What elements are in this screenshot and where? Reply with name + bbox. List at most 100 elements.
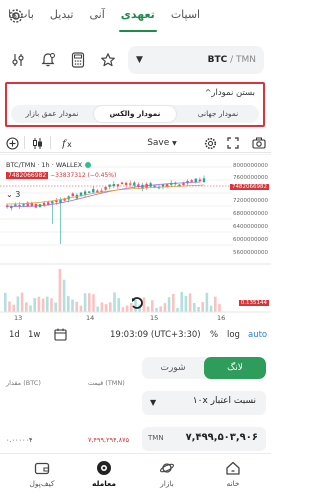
volume-bar bbox=[50, 298, 53, 312]
candle-body bbox=[96, 190, 99, 193]
volume-bar bbox=[41, 298, 45, 312]
calendar-icon[interactable] bbox=[54, 328, 67, 344]
volume-bar bbox=[37, 296, 41, 312]
tab-global-chart[interactable]: نمودار جهانی bbox=[177, 105, 259, 123]
volume-bar bbox=[218, 304, 221, 312]
tab-bots[interactable]: بات‌ها bbox=[0, 0, 42, 34]
candlestick-icon[interactable] bbox=[30, 135, 44, 151]
tab-wallex-chart[interactable]: نمودار والکس bbox=[94, 106, 176, 122]
home-icon bbox=[226, 461, 240, 475]
price-tick: 5600000000 bbox=[233, 250, 268, 256]
short-button[interactable]: شورت bbox=[142, 357, 204, 379]
candle-body bbox=[104, 186, 107, 190]
price-chart[interactable]: BTC/TMN · 1h · WALLEX 7482066982 −338373… bbox=[0, 154, 271, 324]
long-button[interactable]: لانگ bbox=[204, 357, 266, 379]
volume-bar bbox=[92, 294, 95, 312]
volume-bar bbox=[205, 292, 209, 312]
price-tick: 7200000000 bbox=[233, 198, 268, 204]
candle-body bbox=[83, 191, 87, 195]
volume-bar bbox=[58, 268, 62, 312]
tab-spot[interactable]: اسپات bbox=[163, 0, 208, 34]
volume-bar bbox=[67, 296, 70, 312]
live-status-dot bbox=[85, 162, 92, 168]
volume-bar bbox=[83, 293, 87, 312]
time-tick: 16 bbox=[217, 314, 226, 322]
tab-convert[interactable]: تبدیل bbox=[42, 0, 82, 34]
price-tick: 8000000000 bbox=[233, 163, 268, 169]
candle-body bbox=[129, 183, 132, 185]
chart-legend: BTC/TMN · 1h · WALLEX bbox=[6, 161, 92, 169]
volume-bar bbox=[188, 293, 192, 312]
volume-bar bbox=[33, 298, 36, 312]
close-chart-toggle[interactable]: بستن نمودار^ bbox=[203, 88, 255, 98]
price-unit: TMN bbox=[148, 434, 164, 442]
candle-body bbox=[92, 188, 95, 193]
camera-icon[interactable] bbox=[251, 135, 266, 151]
volume-bar bbox=[214, 296, 217, 312]
alert-bell-icon[interactable] bbox=[38, 50, 58, 70]
market-type-tabs: اسپات تعهدی آنی تبدیل بات‌ها bbox=[0, 0, 271, 34]
price-input[interactable]: TMN ۷,۴۹۹,۵۰۳,۹۰۶ bbox=[142, 427, 266, 451]
wallet-icon bbox=[34, 462, 50, 475]
time-axis: 13 14 15 16 bbox=[0, 312, 271, 324]
candle-body bbox=[124, 182, 128, 185]
candle-body bbox=[120, 182, 124, 185]
volume-bar bbox=[20, 292, 24, 312]
indicator-collapse-toggle[interactable]: ⌄ 3 bbox=[6, 190, 20, 199]
add-indicator-icon[interactable] bbox=[5, 135, 19, 151]
pair-selector[interactable]: ▼ BTC / TMN bbox=[128, 46, 264, 74]
volume-bar bbox=[113, 292, 116, 312]
tab-instant[interactable]: آنی bbox=[81, 0, 112, 34]
price-tick: 6800000000 bbox=[233, 211, 268, 217]
candle-body bbox=[202, 178, 206, 182]
star-icon[interactable] bbox=[98, 50, 118, 70]
nav-market[interactable]: بازار bbox=[140, 460, 194, 488]
volume-bar bbox=[8, 301, 11, 312]
order-book-row[interactable]: ۰.۰۰۰۰۰۴ ۷,۴۹۹,۲۹۴,۸۷۵ bbox=[6, 436, 136, 446]
tab-depth-chart[interactable]: نمودار عمق بازار bbox=[11, 105, 93, 123]
candle-body bbox=[190, 180, 193, 182]
pair-label: BTC / TMN bbox=[207, 55, 256, 65]
volume-bar bbox=[46, 296, 49, 312]
volume-bar bbox=[167, 297, 171, 312]
gear-icon[interactable] bbox=[203, 135, 217, 151]
timeframe-row: 1d 1w 19:03:09 (UTC+3:30) % log auto bbox=[0, 326, 271, 346]
volume-bar bbox=[71, 299, 74, 312]
volume-bar bbox=[4, 292, 7, 312]
volume-bar bbox=[201, 302, 204, 312]
leverage-selector[interactable]: ▼ نسبت اعتبار ۱۰x bbox=[142, 391, 266, 415]
order-side-toggle: لانگ شورت bbox=[142, 357, 266, 379]
sliders-icon[interactable] bbox=[8, 50, 28, 70]
volume-bar bbox=[193, 303, 196, 312]
time-tick: 13 bbox=[14, 314, 23, 322]
fullscreen-icon[interactable] bbox=[226, 135, 240, 151]
price-tick: 6000000000 bbox=[233, 237, 268, 243]
candle-body bbox=[194, 178, 197, 183]
order-book-header: مقدار (BTC) قیمت (TMN) bbox=[6, 379, 136, 391]
trade-icon bbox=[97, 461, 111, 475]
calculator-icon[interactable] bbox=[68, 50, 88, 70]
auto-scale-toggle[interactable]: auto bbox=[248, 330, 267, 340]
percent-scale-toggle[interactable]: % bbox=[210, 330, 218, 340]
nav-wallet[interactable]: کیف‌پول bbox=[15, 460, 69, 488]
volume-bar bbox=[100, 302, 104, 312]
save-button[interactable]: Save ▼ bbox=[144, 135, 180, 151]
indicators-fx-icon[interactable]: fx bbox=[62, 135, 76, 151]
candle-body bbox=[71, 193, 74, 197]
volume-bar bbox=[163, 303, 167, 312]
tab-futures[interactable]: تعهدی bbox=[113, 0, 163, 34]
price-value: ۷,۴۹۹,۵۰۳,۹۰۶ bbox=[185, 432, 258, 443]
volume-bar bbox=[25, 302, 28, 312]
chevron-down-icon: ▼ bbox=[150, 398, 157, 407]
timeframe-1d[interactable]: 1d bbox=[9, 330, 20, 340]
volume-bar bbox=[54, 302, 57, 312]
candle-body bbox=[51, 201, 54, 204]
nav-trade[interactable]: معامله bbox=[77, 460, 131, 488]
planet-icon bbox=[160, 463, 174, 473]
chevron-down-icon: ⌄ bbox=[6, 190, 13, 199]
candle-body bbox=[186, 180, 189, 184]
nav-home[interactable]: خانه bbox=[206, 460, 260, 488]
time-tick: 15 bbox=[150, 314, 159, 322]
log-scale-toggle[interactable]: log bbox=[227, 330, 240, 340]
timeframe-1w[interactable]: 1w bbox=[28, 330, 40, 340]
